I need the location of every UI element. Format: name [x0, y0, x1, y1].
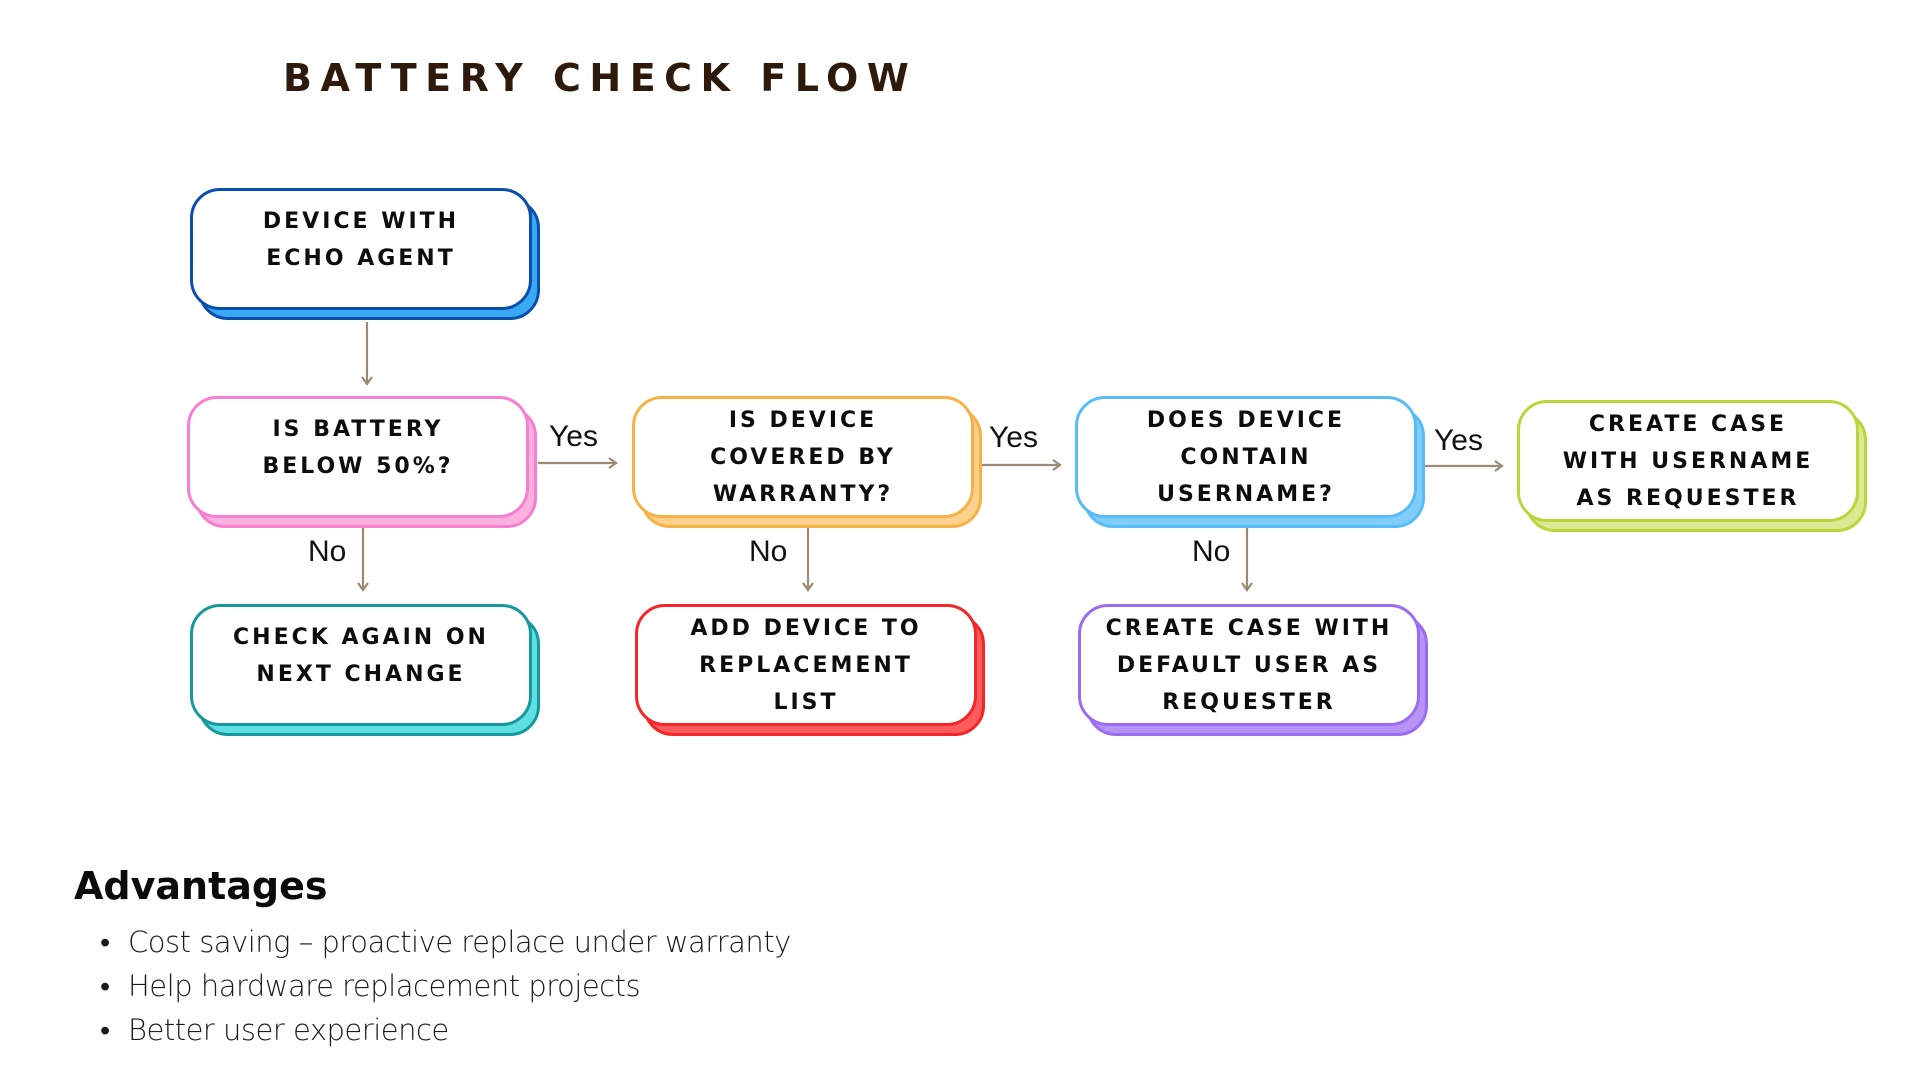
- node-text-line: LIST: [773, 689, 839, 715]
- advantage-text: Better user experience: [128, 1013, 449, 1047]
- advantage-item: • Help hardware replacement projects: [100, 964, 791, 1008]
- node-text-line: BELOW 50%?: [262, 454, 454, 479]
- node-face: DEVICE WITH ECHO AGENT: [190, 188, 532, 310]
- node-text-line: DEFAULT USER AS: [1116, 652, 1382, 678]
- node-face: IS BATTERY BELOW 50%?: [187, 396, 529, 518]
- node-battery-below-50: IS BATTERY BELOW 50%?: [187, 396, 537, 528]
- advantages-list: • Cost saving – proactive replace under w…: [100, 920, 791, 1052]
- node-text-line: ADD DEVICE TO: [690, 615, 922, 641]
- edge-label-username-yes: Yes: [1434, 424, 1483, 457]
- node-text-line: AS REQUESTER: [1576, 485, 1800, 511]
- node-add-to-replacement-list: ADD DEVICE TO REPLACEMENT LIST: [635, 604, 985, 736]
- node-text-line: COVERED BY: [710, 444, 896, 470]
- node-text-line: ECHO AGENT: [266, 246, 456, 271]
- advantage-item: • Better user experience: [100, 1008, 791, 1052]
- node-check-again: CHECK AGAIN ON NEXT CHANGE: [190, 604, 540, 736]
- bullet-icon: •: [100, 969, 110, 1003]
- advantage-item: • Cost saving – proactive replace under w…: [100, 920, 791, 964]
- node-text-line: IS DEVICE: [728, 407, 878, 433]
- edge-label-warranty-yes: Yes: [989, 421, 1038, 454]
- node-face: DOES DEVICE CONTAIN USERNAME?: [1075, 396, 1417, 518]
- edge-label-warranty-no: No: [749, 535, 788, 568]
- node-text-line: REPLACEMENT: [699, 652, 913, 678]
- node-face: CHECK AGAIN ON NEXT CHANGE: [190, 604, 532, 726]
- edge-label-battery-no: No: [308, 535, 347, 568]
- node-warranty-check: IS DEVICE COVERED BY WARRANTY?: [632, 396, 982, 528]
- node-device-with-echo-agent: DEVICE WITH ECHO AGENT: [190, 188, 540, 320]
- node-text-line: WARRANTY?: [712, 481, 894, 507]
- node-username-check: DOES DEVICE CONTAIN USERNAME?: [1075, 396, 1425, 528]
- node-text-line: REQUESTER: [1162, 689, 1336, 715]
- node-face: ADD DEVICE TO REPLACEMENT LIST: [635, 604, 977, 726]
- advantages-heading: Advantages: [74, 864, 328, 908]
- node-text-line: CREATE CASE: [1588, 411, 1788, 437]
- advantage-text: Cost saving – proactive replace under wa…: [128, 925, 791, 959]
- node-text-line: IS BATTERY: [272, 417, 444, 442]
- bullet-icon: •: [100, 1013, 110, 1047]
- node-text-line: USERNAME?: [1157, 481, 1335, 507]
- node-text-line: CONTAIN: [1180, 444, 1312, 470]
- node-text-line: DEVICE WITH: [262, 209, 460, 234]
- edge-label-battery-yes: Yes: [549, 420, 598, 453]
- node-text-line: WITH USERNAME: [1562, 448, 1814, 474]
- node-text-line: CHECK AGAIN ON: [233, 625, 489, 650]
- node-face: IS DEVICE COVERED BY WARRANTY?: [632, 396, 974, 518]
- node-text-line: DOES DEVICE: [1146, 407, 1346, 433]
- node-text-line: CREATE CASE WITH: [1105, 615, 1393, 641]
- advantage-text: Help hardware replacement projects: [128, 969, 641, 1003]
- node-face: CREATE CASE WITH USERNAME AS REQUESTER: [1517, 400, 1859, 522]
- bullet-icon: •: [100, 925, 110, 959]
- node-create-case-default-user: CREATE CASE WITH DEFAULT USER AS REQUESTER: [1078, 604, 1428, 736]
- edge-label-username-no: No: [1192, 535, 1231, 568]
- flow-connectors: [357, 322, 1504, 592]
- node-face: CREATE CASE WITH DEFAULT USER AS REQUESTER: [1078, 604, 1420, 726]
- node-create-case-with-username: CREATE CASE WITH USERNAME AS REQUESTER: [1517, 400, 1867, 532]
- node-text-line: NEXT CHANGE: [256, 662, 466, 687]
